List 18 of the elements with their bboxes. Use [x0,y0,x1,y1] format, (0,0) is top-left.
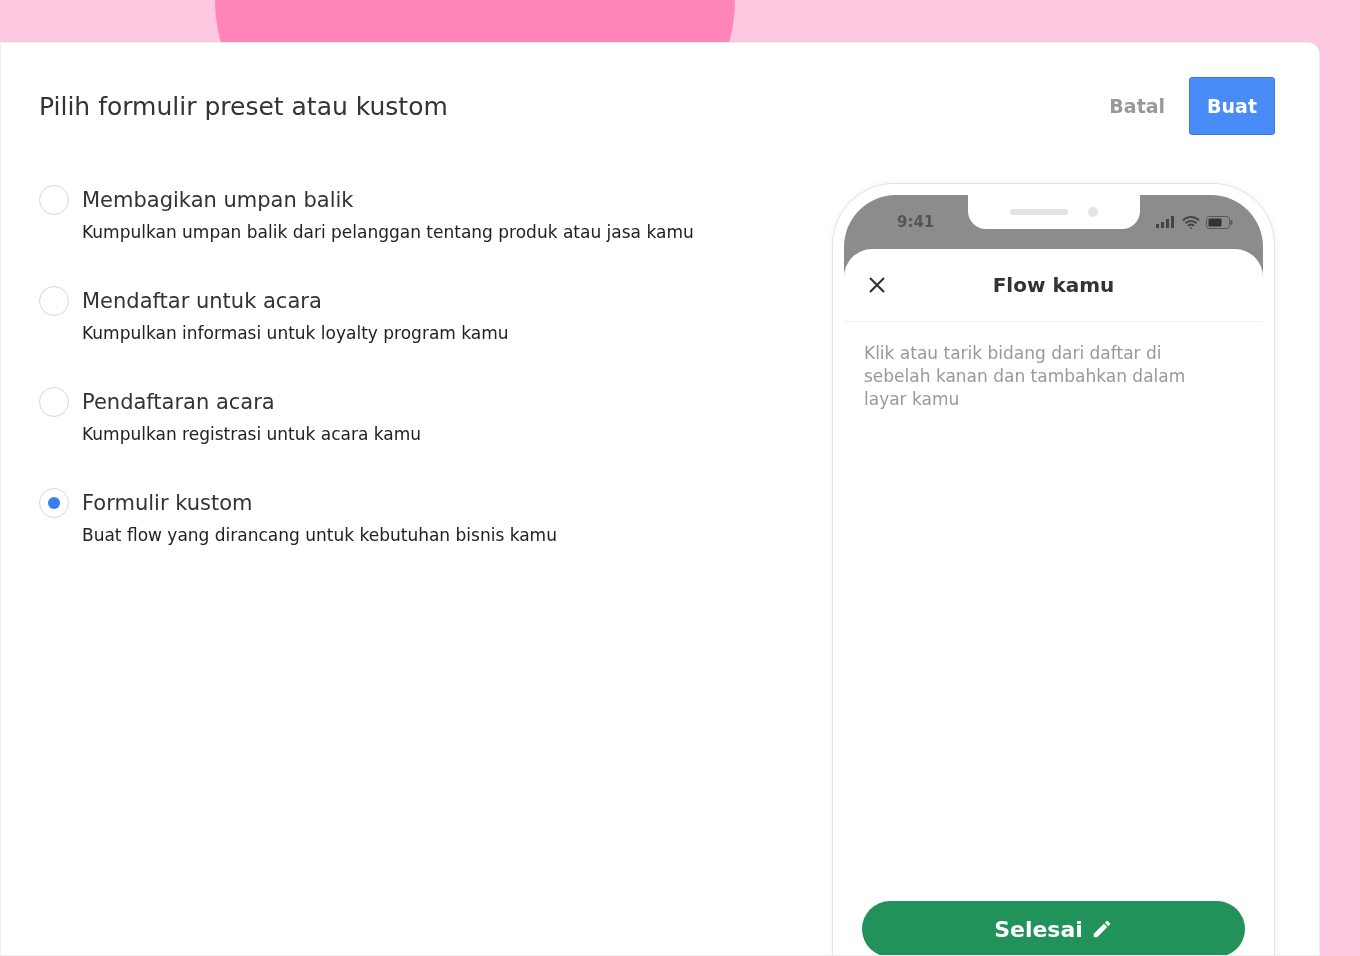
cancel-button[interactable]: Batal [1109,95,1166,117]
option-description: Kumpulkan registrasi untuk acara kamu [82,423,422,445]
dialog-title: Pilih formulir preset atau kustom [39,91,448,121]
hint-text: Klik atau tarik bidang dari daftar di sebelah kanan dan tambahkan dalam layar kamu [863,342,1187,411]
done-button[interactable]: Selesai [862,901,1245,955]
option-title: Formulir kustom [82,490,254,516]
option-description: Buat flow yang dirancang untuk kebutuhan bisnis kamu [82,524,557,546]
option-title: Pendaftaran acara [82,389,276,415]
option-title: Membagikan umpan balik [82,187,355,213]
create-button[interactable]: Buat [1189,77,1275,135]
option-title: Mendaftar untuk acara [82,288,323,314]
screen-title: Flow kamu [992,273,1115,297]
close-icon[interactable] [868,276,886,294]
signal-icon [1156,216,1176,228]
option-description: Kumpulkan informasi untuk loyalty program kamu [82,322,509,344]
battery-icon [1206,215,1233,229]
option-description: Kumpulkan umpan balik dari pelanggan tentang produk atau jasa kamu [82,221,694,243]
wifi-icon [1182,215,1200,229]
